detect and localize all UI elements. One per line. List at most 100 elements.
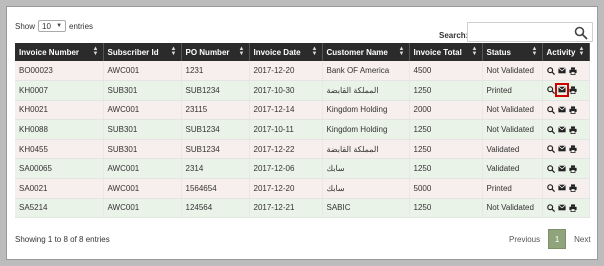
column-header-label: Invoice Date	[253, 47, 301, 57]
activity-cell	[542, 61, 590, 82]
email-icon[interactable]	[557, 204, 566, 212]
table-cell: 1250	[409, 139, 483, 160]
column-header[interactable]: Status ▲ ▼	[482, 43, 543, 61]
email-icon[interactable]	[557, 106, 566, 114]
activity-cell	[542, 139, 590, 160]
table-cell: KH0021	[15, 100, 104, 121]
column-header[interactable]: Subscriber Id ▲ ▼	[103, 43, 182, 61]
chevron-down-icon: ▼	[56, 23, 63, 29]
sort-icon[interactable]: ▲ ▼	[239, 46, 245, 57]
table-cell: Kingdom Holding	[322, 119, 410, 140]
table-cell: SUB1234	[181, 119, 250, 140]
entries-select[interactable]: 10 ▼	[38, 20, 67, 32]
table-cell: KH0455	[15, 139, 104, 160]
table-cell: 1250	[409, 158, 483, 180]
activity-cell	[542, 100, 590, 121]
print-icon[interactable]	[568, 125, 577, 134]
print-icon[interactable]	[568, 184, 577, 193]
print-icon[interactable]	[568, 86, 577, 95]
sort-icon[interactable]: ▲ ▼	[399, 46, 405, 57]
view-search-icon[interactable]	[546, 145, 555, 154]
activity-cell	[542, 80, 590, 101]
print-icon[interactable]	[568, 145, 577, 154]
print-icon[interactable]	[568, 66, 577, 75]
search-icon[interactable]	[574, 26, 588, 40]
table-cell: 1250	[409, 119, 483, 140]
table-cell: 2017-12-21	[249, 198, 323, 219]
view-search-icon[interactable]	[546, 164, 555, 173]
column-header-label: Invoice Number	[19, 47, 80, 57]
activity-cell	[542, 178, 590, 199]
table-cell: 124564	[181, 198, 250, 219]
table-cell: AWC001	[103, 198, 182, 219]
view-search-icon[interactable]	[546, 204, 555, 213]
column-header-label: Invoice Total	[413, 47, 462, 57]
email-icon[interactable]	[557, 125, 566, 134]
column-header[interactable]: Invoice Number ▲ ▼	[15, 43, 104, 61]
column-header[interactable]: Customer Name ▲ ▼	[322, 43, 410, 61]
column-header[interactable]: Invoice Total ▲ ▼	[409, 43, 483, 61]
table-cell: Validated	[482, 139, 543, 160]
previous-button[interactable]: Previous	[501, 229, 548, 249]
table-cell: المملكة القابضة	[322, 80, 410, 101]
email-icon[interactable]	[557, 66, 566, 75]
table-row: KH0455 SUB301 SUB1234 2017-12-22 المملكة الق…	[15, 139, 590, 160]
table-cell: 1250	[409, 198, 483, 219]
page-1-button[interactable]: 1	[548, 229, 567, 249]
sort-icon[interactable]: ▲ ▼	[532, 46, 538, 57]
table-cell: 2017-10-30	[249, 80, 323, 101]
table-cell: Not Validated	[482, 119, 543, 140]
sort-icon[interactable]: ▲ ▼	[472, 46, 478, 57]
column-header[interactable]: Invoice Date ▲ ▼	[249, 43, 323, 61]
email-icon[interactable]	[557, 145, 566, 153]
table-cell: 1250	[409, 80, 483, 101]
table-cell: SUB1234	[181, 139, 250, 160]
print-icon[interactable]	[568, 106, 577, 114]
email-icon[interactable]	[554, 83, 569, 98]
print-icon[interactable]	[568, 204, 577, 212]
sort-icon[interactable]: ▲ ▼	[312, 46, 318, 57]
sort-icon[interactable]: ▲ ▼	[579, 46, 585, 57]
table-cell: 5000	[409, 178, 483, 199]
column-header[interactable]: Activity ▲ ▼	[542, 43, 590, 61]
column-header[interactable]: PO Number ▲ ▼	[181, 43, 250, 61]
sort-icon[interactable]: ▲ ▼	[171, 46, 177, 57]
table-cell: 2017-12-06	[249, 158, 323, 180]
search-input[interactable]	[467, 22, 593, 42]
table-cell: SA0021	[15, 178, 104, 199]
table-cell: Printed	[482, 80, 543, 101]
table-cell: AWC001	[103, 100, 182, 121]
table-cell: 2017-12-14	[249, 100, 323, 121]
table-cell: 23115	[181, 100, 250, 121]
table-cell: 2017-12-20	[249, 178, 323, 199]
table-cell: Printed	[482, 178, 543, 199]
view-search-icon[interactable]	[546, 125, 555, 134]
table-row: KH0088 SUB301 SUB1234 2017-10-11 Kingdom Hol…	[15, 119, 590, 140]
email-icon[interactable]	[557, 165, 566, 173]
table-cell: 2000	[409, 100, 483, 121]
table-row: KH0007 SUB301 SUB1234 2017-10-30 المملكة الق…	[15, 80, 590, 101]
table-cell: SA5214	[15, 198, 104, 219]
sort-icon[interactable]: ▲ ▼	[93, 46, 99, 57]
pagination: Previous 1 Next	[501, 229, 599, 249]
entries-select-value: 10	[42, 21, 51, 31]
view-search-icon[interactable]	[546, 66, 555, 75]
table-row: KH0021 AWC001 23115 2017-12-14 Kingdom Holdi…	[15, 100, 590, 121]
table-cell: SA00065	[15, 158, 104, 180]
table-row: SA5214 AWC001 124564 2017-12-21 SABIC 1250 Not…	[15, 198, 590, 219]
view-search-icon[interactable]	[546, 184, 555, 193]
table-cell: 1564654	[181, 178, 250, 199]
invoice-table: Invoice Number ▲ ▼ Subscriber Id ▲ ▼ PO Number…	[15, 43, 590, 219]
table-row: BO00023 AWC001 1231 2017-12-20 Bank OF Ameri…	[15, 61, 590, 82]
view-search-icon[interactable]	[546, 86, 555, 95]
table-cell: المملكة القابضة	[322, 139, 410, 160]
next-button[interactable]: Next	[566, 229, 598, 249]
table-cell: SUB301	[103, 139, 182, 160]
view-search-icon[interactable]	[546, 106, 555, 115]
table-row: SA00065 AWC001 2314 2017-12-06 سابك 1250 Valid…	[15, 158, 590, 180]
table-row: SA0021 AWC001 1564654 2017-12-20 سابك 5000 Pri…	[15, 178, 590, 199]
email-icon[interactable]	[557, 184, 566, 192]
print-icon[interactable]	[568, 165, 577, 173]
column-header-label: Activity	[546, 47, 576, 57]
table-cell: سابك	[322, 158, 410, 180]
